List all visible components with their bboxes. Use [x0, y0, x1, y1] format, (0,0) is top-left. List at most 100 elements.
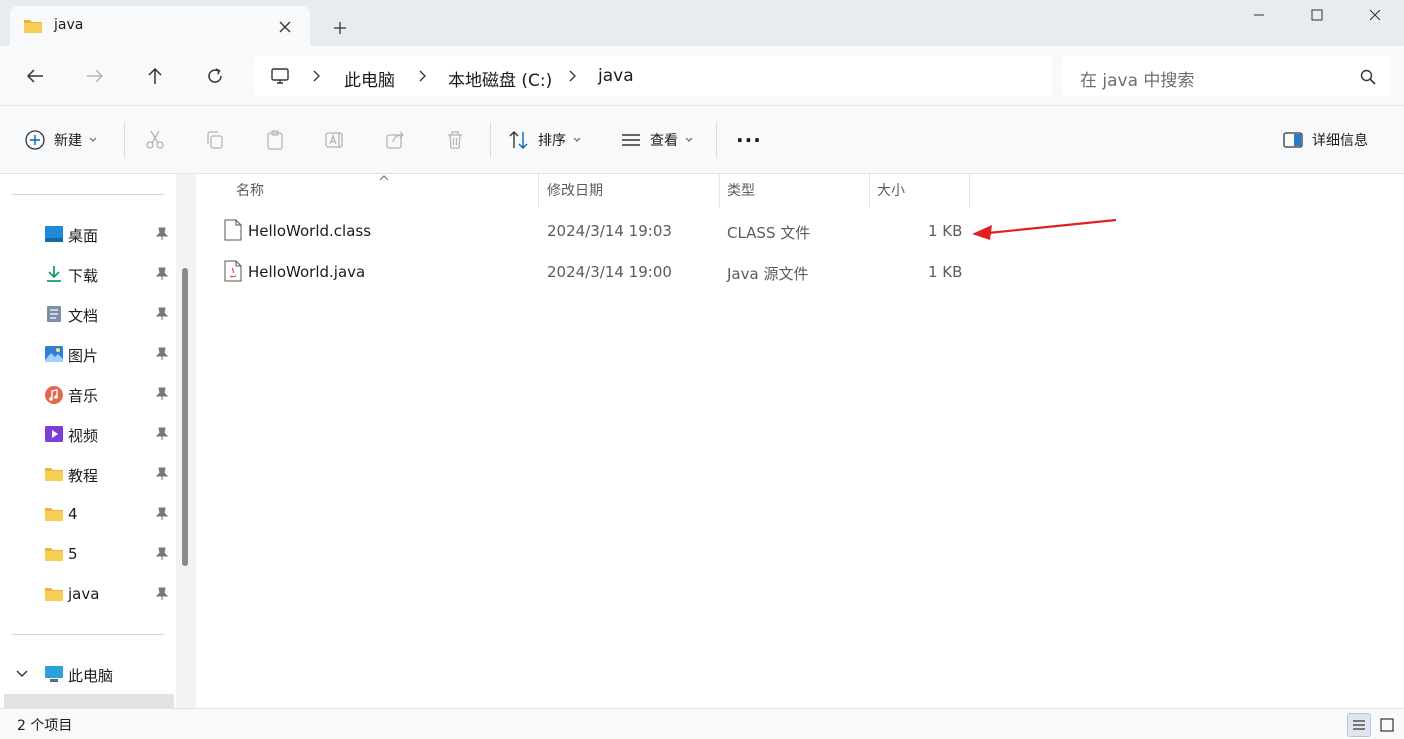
- arrow-up-icon: [148, 67, 162, 84]
- pin-icon[interactable]: [156, 227, 168, 241]
- chevron-down-icon[interactable]: [16, 669, 28, 679]
- table-row[interactable]: HelloWorld.class 2024/3/14 19:03 CLASS 文…: [216, 213, 976, 251]
- sidebar-item-music[interactable]: 音乐: [0, 376, 176, 412]
- document-icon: [44, 305, 64, 323]
- sort-button-label: 排序: [538, 133, 566, 149]
- share-button[interactable]: [384, 126, 406, 154]
- pin-icon[interactable]: [156, 267, 168, 281]
- window-close-button[interactable]: [1352, 4, 1398, 26]
- details-view-button[interactable]: [1347, 713, 1371, 737]
- pin-icon[interactable]: [156, 547, 168, 561]
- sidebar-item-label: java: [68, 585, 100, 603]
- view-button[interactable]: 查看: [620, 126, 694, 154]
- copy-button[interactable]: [204, 126, 226, 154]
- folder-icon: [44, 505, 64, 523]
- minimize-button[interactable]: [1236, 4, 1282, 26]
- sidebar-divider: [12, 194, 164, 195]
- maximize-button[interactable]: [1294, 4, 1340, 26]
- column-divider[interactable]: [719, 174, 720, 208]
- search-icon[interactable]: [1360, 69, 1376, 85]
- tab-close-button[interactable]: [276, 18, 294, 36]
- desktop-icon: [44, 225, 64, 243]
- column-header-type[interactable]: 类型: [727, 180, 755, 200]
- sidebar-item-downloads[interactable]: 下载: [0, 256, 176, 292]
- share-icon: [386, 131, 404, 149]
- sidebar-item-folder-4[interactable]: 4: [0, 496, 176, 532]
- new-tab-button[interactable]: [328, 16, 352, 40]
- pin-icon[interactable]: [156, 507, 168, 521]
- sidebar-item-label: 图片: [68, 347, 99, 365]
- sidebar-item-this-pc[interactable]: 此电脑: [0, 656, 176, 692]
- sidebar-item-label: 此电脑: [68, 667, 114, 685]
- file-size: 1 KB: [928, 263, 963, 281]
- rename-button[interactable]: [324, 126, 346, 154]
- sidebar-scroll-thumb[interactable]: [182, 268, 188, 566]
- file-type: CLASS 文件: [727, 224, 811, 242]
- tiles-view-icon: [1380, 718, 1394, 732]
- sidebar-item-folder-5[interactable]: 5: [0, 536, 176, 572]
- new-button[interactable]: 新建: [24, 126, 98, 154]
- table-row[interactable]: HelloWorld.java 2024/3/14 19:00 Java 源文件…: [216, 254, 976, 292]
- pictures-icon: [44, 345, 64, 363]
- toolbar-divider: [716, 122, 717, 158]
- sidebar-item-selected-partial[interactable]: [4, 694, 174, 708]
- breadcrumb-this-pc[interactable]: 此电脑: [344, 66, 395, 91]
- sidebar-item-pictures[interactable]: 图片: [0, 336, 176, 372]
- view-button-label: 查看: [650, 133, 678, 149]
- sidebar-item-label: 教程: [68, 467, 99, 485]
- file-modified: 2024/3/14 19:03: [547, 222, 672, 240]
- pin-icon[interactable]: [156, 587, 168, 601]
- sidebar-item-label: 下载: [68, 267, 99, 285]
- sidebar-item-tutorials[interactable]: 教程: [0, 456, 176, 492]
- video-icon: [44, 425, 64, 443]
- refresh-button[interactable]: [202, 63, 228, 89]
- details-pane-label: 详细信息: [1312, 133, 1368, 149]
- delete-button[interactable]: [444, 126, 466, 154]
- status-bar: 2 个项目: [0, 708, 1404, 739]
- scissors-icon: [146, 130, 164, 149]
- column-divider[interactable]: [869, 174, 870, 208]
- column-divider[interactable]: [969, 174, 970, 208]
- more-options-button[interactable]: ···: [736, 126, 762, 154]
- close-icon: [1369, 9, 1381, 21]
- file-list: 名称 修改日期 类型 大小 HelloWorld.class 2024/3/14…: [196, 174, 1404, 708]
- tiles-view-button[interactable]: [1375, 713, 1399, 737]
- pin-icon[interactable]: [156, 347, 168, 361]
- toolbar-divider: [490, 122, 491, 158]
- path-box[interactable]: 此电脑 本地磁盘 (C:) java: [254, 56, 1052, 96]
- up-button[interactable]: [142, 63, 168, 89]
- cut-button[interactable]: [144, 126, 166, 154]
- search-input[interactable]: 在 java 中搜索: [1062, 56, 1390, 96]
- sidebar-item-label: 音乐: [68, 387, 99, 405]
- breadcrumb-local-disk[interactable]: 本地磁盘 (C:): [448, 66, 552, 91]
- plus-icon: [334, 22, 346, 34]
- minimize-icon: [1254, 14, 1264, 16]
- column-header-size[interactable]: 大小: [877, 180, 905, 200]
- folder-icon: [44, 465, 64, 483]
- sidebar-item-java[interactable]: java: [0, 576, 176, 612]
- pin-icon[interactable]: [156, 307, 168, 321]
- breadcrumb-java[interactable]: java: [598, 66, 634, 86]
- file-type: Java 源文件: [727, 265, 809, 283]
- sidebar-item-videos[interactable]: 视频: [0, 416, 176, 452]
- column-header-name[interactable]: 名称: [236, 180, 264, 200]
- sort-button[interactable]: 排序: [508, 126, 582, 154]
- arrow-left-icon: [26, 69, 43, 83]
- pin-icon[interactable]: [156, 387, 168, 401]
- tab-java[interactable]: java: [10, 6, 310, 46]
- details-pane-button[interactable]: 详细信息: [1282, 126, 1368, 154]
- column-divider[interactable]: [538, 174, 539, 208]
- back-button[interactable]: [22, 63, 48, 89]
- column-header-modified[interactable]: 修改日期: [547, 180, 603, 200]
- details-view-icon: [1353, 720, 1365, 730]
- pin-icon[interactable]: [156, 467, 168, 481]
- forward-button[interactable]: [82, 63, 108, 89]
- new-button-label: 新建: [54, 133, 82, 149]
- chevron-down-icon: [573, 137, 581, 142]
- paste-button[interactable]: [264, 126, 286, 154]
- sidebar-item-documents[interactable]: 文档: [0, 296, 176, 332]
- sidebar-item-desktop[interactable]: 桌面: [0, 216, 176, 252]
- paste-icon: [267, 130, 283, 150]
- pin-icon[interactable]: [156, 427, 168, 441]
- item-count: 2 个项目: [17, 718, 73, 734]
